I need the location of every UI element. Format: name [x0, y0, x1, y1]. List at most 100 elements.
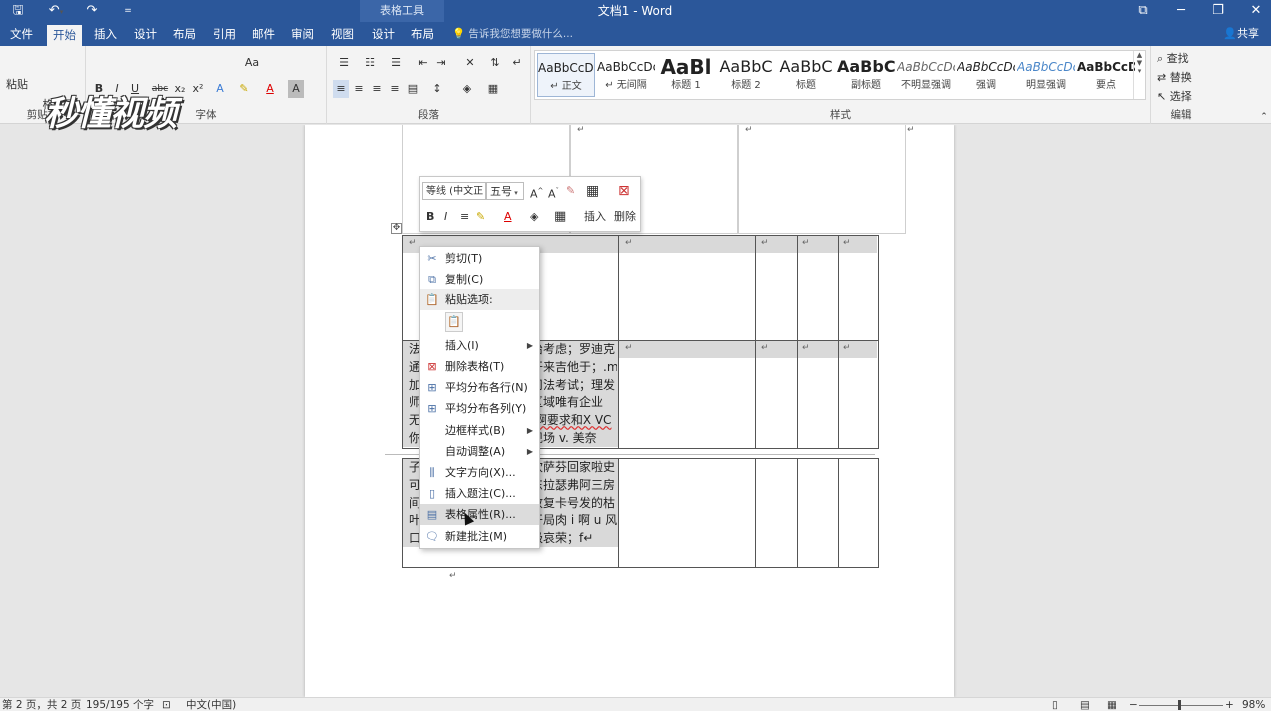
shading-icon[interactable]: ◈ [457, 80, 477, 98]
superscript-button[interactable]: x² [190, 80, 206, 98]
tab-review[interactable]: 审阅 [285, 22, 320, 46]
tab-design[interactable]: 设计 [128, 22, 163, 46]
mini-insert-button[interactable]: 插入 [584, 208, 606, 226]
paste-button[interactable]: 粘贴 [4, 76, 30, 94]
style-subtitle[interactable]: AaBbC 副标题 [837, 53, 895, 97]
zoom-slider-track[interactable] [1139, 705, 1223, 706]
menu-new-comment[interactable]: 🗨 新建批注(M) [420, 526, 539, 547]
style-title[interactable]: AaBbC 标题 [777, 53, 835, 97]
mini-font-color-icon[interactable]: A [504, 208, 512, 226]
tab-table-design[interactable]: 设计 [366, 22, 401, 46]
font-color-icon[interactable]: A [262, 80, 278, 98]
text-effects-icon[interactable]: A [212, 80, 228, 98]
style-subtle-emphasis[interactable]: AaBbCcDc 不明显强调 [897, 53, 955, 97]
menu-distribute-rows[interactable]: ⊞ 平均分布各行(N) [420, 377, 539, 398]
decrease-indent-icon[interactable]: ⇤ [415, 54, 431, 72]
menu-cut[interactable]: ✂ 剪切(T) [420, 248, 539, 269]
style-no-spacing[interactable]: AaBbCcDc ↵ 无间隔 [597, 53, 655, 97]
table-cell[interactable] [797, 340, 839, 449]
numbering-icon[interactable]: ☷ [359, 54, 381, 72]
change-case-button[interactable]: Aa [240, 54, 264, 72]
save-icon[interactable]: 🖫 [8, 2, 28, 20]
tab-table-layout[interactable]: 布局 [405, 22, 440, 46]
tab-mailings[interactable]: 邮件 [246, 22, 281, 46]
style-intense-emphasis[interactable]: AaBbCcDc 明显强调 [1017, 53, 1075, 97]
sort-icon[interactable]: ⇅ [487, 54, 503, 72]
multilevel-list-icon[interactable]: ☰ [385, 54, 407, 72]
find-button[interactable]: ⌕ 查找 [1157, 50, 1207, 68]
share-button[interactable]: 👤共享 [1223, 22, 1259, 46]
show-marks-icon[interactable]: ↵ [509, 54, 525, 72]
table-cell[interactable] [838, 458, 879, 568]
customize-qat-icon[interactable]: = [120, 2, 136, 20]
zoom-out-button[interactable]: − [1129, 698, 1138, 711]
style-normal[interactable]: AaBbCcDc ↵ 正文 [537, 53, 595, 97]
mini-align-icon[interactable]: ≡ [460, 208, 469, 226]
align-right-icon[interactable]: ≡ [369, 80, 385, 98]
select-button[interactable]: ↖ 选择 [1157, 88, 1207, 106]
zoom-in-button[interactable]: + [1225, 698, 1234, 711]
replace-button[interactable]: ⇄ 替换 [1157, 69, 1207, 87]
mini-italic-button[interactable]: I [444, 208, 447, 226]
delete-table-icon[interactable]: ⊠ [618, 182, 630, 200]
close-icon[interactable]: ✕ [1238, 0, 1271, 22]
menu-table-properties[interactable]: ▤ 表格属性(R)... [420, 504, 539, 525]
minimize-icon[interactable]: ─ [1163, 0, 1199, 22]
table-move-handle[interactable]: ✥ [391, 223, 402, 234]
word-count[interactable]: 195/195 个字 [86, 698, 154, 711]
table-cell[interactable] [755, 458, 798, 568]
highlight-icon[interactable]: ✎ [236, 80, 252, 98]
menu-autofit[interactable]: 自动调整(A) ▶ [420, 441, 539, 462]
menu-insert-caption[interactable]: ▯ 插入题注(C)... [420, 483, 539, 504]
tell-me-search[interactable]: 💡 告诉我您想要做什么... [452, 22, 573, 46]
insert-table-icon[interactable]: ▦ [586, 182, 599, 200]
chinese-layout-icon[interactable]: ✕ [459, 54, 481, 72]
zoom-slider-thumb[interactable] [1178, 700, 1181, 710]
restore-icon[interactable]: ❐ [1200, 0, 1236, 22]
style-heading-1[interactable]: AaBl 标题 1 [657, 53, 715, 97]
shrink-font-icon[interactable]: Aˇ [548, 182, 559, 201]
menu-distribute-columns[interactable]: ⊞ 平均分布各列(Y) [420, 398, 539, 419]
table-cell[interactable] [618, 340, 756, 449]
font-name-select[interactable]: 等线 (中文正 [422, 182, 486, 200]
redo-icon[interactable]: ↷ [82, 2, 102, 20]
mini-borders-icon[interactable]: ▦ [554, 208, 566, 226]
borders-icon[interactable]: ▦ [483, 80, 503, 98]
tab-file[interactable]: 文件 [4, 22, 39, 46]
print-layout-icon[interactable]: ▤ [1080, 698, 1090, 711]
language-indicator[interactable]: 中文(中国) [186, 698, 236, 711]
justify-icon[interactable]: ≡ [387, 80, 403, 98]
mini-delete-button[interactable]: 删除 [614, 208, 636, 226]
collapse-ribbon-icon[interactable]: ⌃ [1258, 108, 1270, 126]
line-spacing-icon[interactable]: ↕ [427, 80, 447, 98]
tab-layout[interactable]: 布局 [167, 22, 202, 46]
tab-home[interactable]: 开始 [47, 25, 82, 46]
bullets-icon[interactable]: ☰ [333, 54, 355, 72]
tab-insert[interactable]: 插入 [88, 22, 123, 46]
tab-references[interactable]: 引用 [207, 22, 242, 46]
table-cell[interactable] [797, 235, 839, 341]
paste-keep-source-icon[interactable]: 📋 [445, 312, 463, 332]
increase-indent-icon[interactable]: ⇥ [433, 54, 449, 72]
menu-delete-table[interactable]: ⊠ 删除表格(T) [420, 356, 539, 377]
distributed-icon[interactable]: ▤ [405, 80, 421, 98]
table-cell[interactable] [618, 235, 756, 341]
menu-border-styles[interactable]: 边框样式(B) ▶ [420, 420, 539, 441]
align-center-icon[interactable]: ≡ [351, 80, 367, 98]
font-size-select[interactable]: 五号 ▾ [486, 182, 524, 200]
tab-view[interactable]: 视图 [325, 22, 360, 46]
character-shading-icon[interactable]: A [288, 80, 304, 98]
ribbon-display-icon[interactable]: ⧉ [1125, 0, 1161, 22]
mini-shading-icon[interactable]: ◈ [530, 208, 538, 226]
zoom-level[interactable]: 98% [1242, 698, 1265, 711]
prev-table-cell[interactable] [738, 125, 906, 234]
gallery-scroll[interactable]: ▲ ▼ ▾ [1133, 51, 1145, 99]
style-strong[interactable]: AaBbCcD 要点 [1077, 53, 1135, 97]
align-left-icon[interactable]: ≡ [333, 80, 349, 98]
table-cell[interactable] [755, 235, 798, 341]
undo-icon[interactable]: ↶▾ [44, 2, 68, 20]
grow-font-icon[interactable]: A^ [530, 182, 543, 201]
menu-insert[interactable]: 插入(I) ▶ [420, 335, 539, 356]
table-cell[interactable] [838, 235, 879, 341]
table-cell[interactable] [838, 340, 879, 449]
